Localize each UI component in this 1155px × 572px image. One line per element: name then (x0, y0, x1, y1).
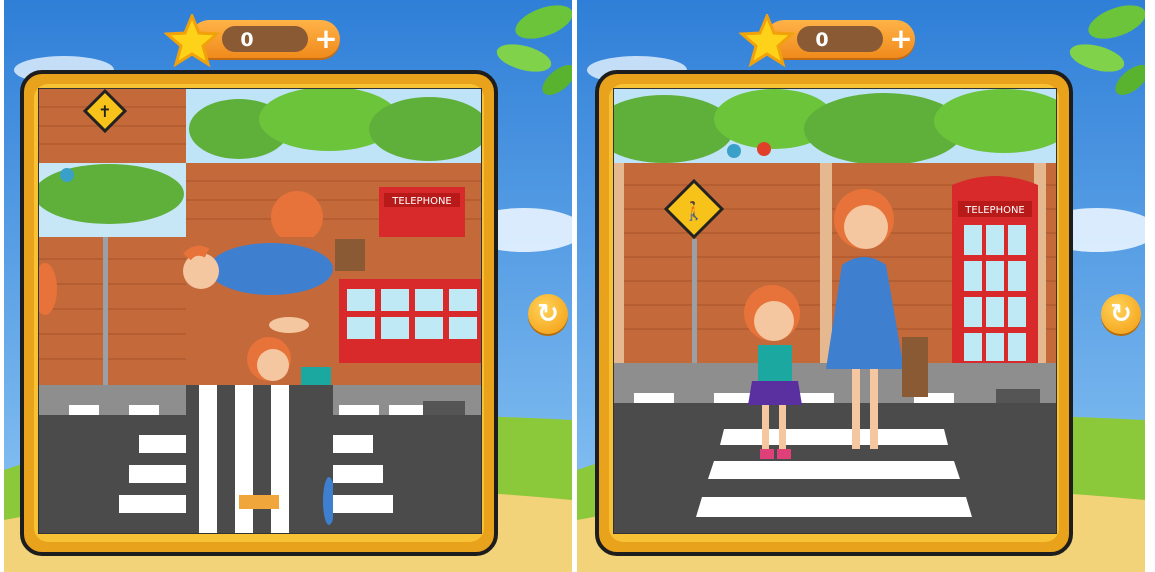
coin-counter: 0 + (164, 14, 346, 68)
puzzle-board-scrambled[interactable]: ✝ TELEPHONE (38, 88, 482, 534)
svg-text:🚶: 🚶 (683, 200, 705, 222)
puzzle-tile[interactable] (186, 385, 335, 533)
puzzle-tile[interactable]: ✝ (39, 89, 186, 163)
puzzle-tile[interactable]: TELEPHONE (186, 163, 481, 243)
puzzle-tile[interactable] (333, 237, 481, 385)
game-screen-right: 0 + TELEPHONE 🚶 ↻ (577, 0, 1145, 572)
puzzle-frame: TELEPHONE 🚶 (595, 70, 1073, 556)
puzzle-tile[interactable] (39, 385, 186, 533)
telephone-sign: TELEPHONE (391, 196, 452, 207)
puzzle-frame: ✝ TELEPHONE (20, 70, 498, 556)
restart-button[interactable]: ↻ (1101, 294, 1141, 334)
star-icon (164, 14, 220, 68)
bird (727, 144, 741, 158)
solved-picture: TELEPHONE 🚶 (614, 89, 1056, 533)
restart-button[interactable]: ↻ (528, 294, 568, 334)
coin-counter: 0 + (739, 14, 921, 68)
puzzle-tile[interactable] (39, 163, 186, 237)
coin-count: 0 (815, 29, 829, 51)
add-coins-button[interactable]: + (312, 25, 340, 53)
star-icon (739, 14, 795, 68)
refresh-icon: ↻ (1110, 299, 1132, 329)
coin-count: 0 (240, 29, 254, 51)
bird (757, 142, 771, 156)
refresh-icon: ↻ (537, 299, 559, 329)
puzzle-tile[interactable] (183, 237, 333, 311)
game-screen-left: 0 + ✝ TELEPHONE ↻ (4, 0, 572, 572)
zebra-crossing (696, 429, 972, 517)
puzzle-tile[interactable] (186, 89, 481, 163)
telephone-sign: TELEPHONE (964, 205, 1025, 216)
svg-text:✝: ✝ (98, 102, 111, 121)
telephone-booth: TELEPHONE (952, 176, 1038, 379)
puzzle-tile[interactable] (39, 237, 186, 385)
scrambled-tiles: ✝ TELEPHONE (39, 89, 481, 533)
puzzle-tile[interactable] (333, 385, 481, 533)
puzzle-board-solved: TELEPHONE 🚶 (613, 88, 1057, 534)
add-coins-button[interactable]: + (887, 25, 915, 53)
